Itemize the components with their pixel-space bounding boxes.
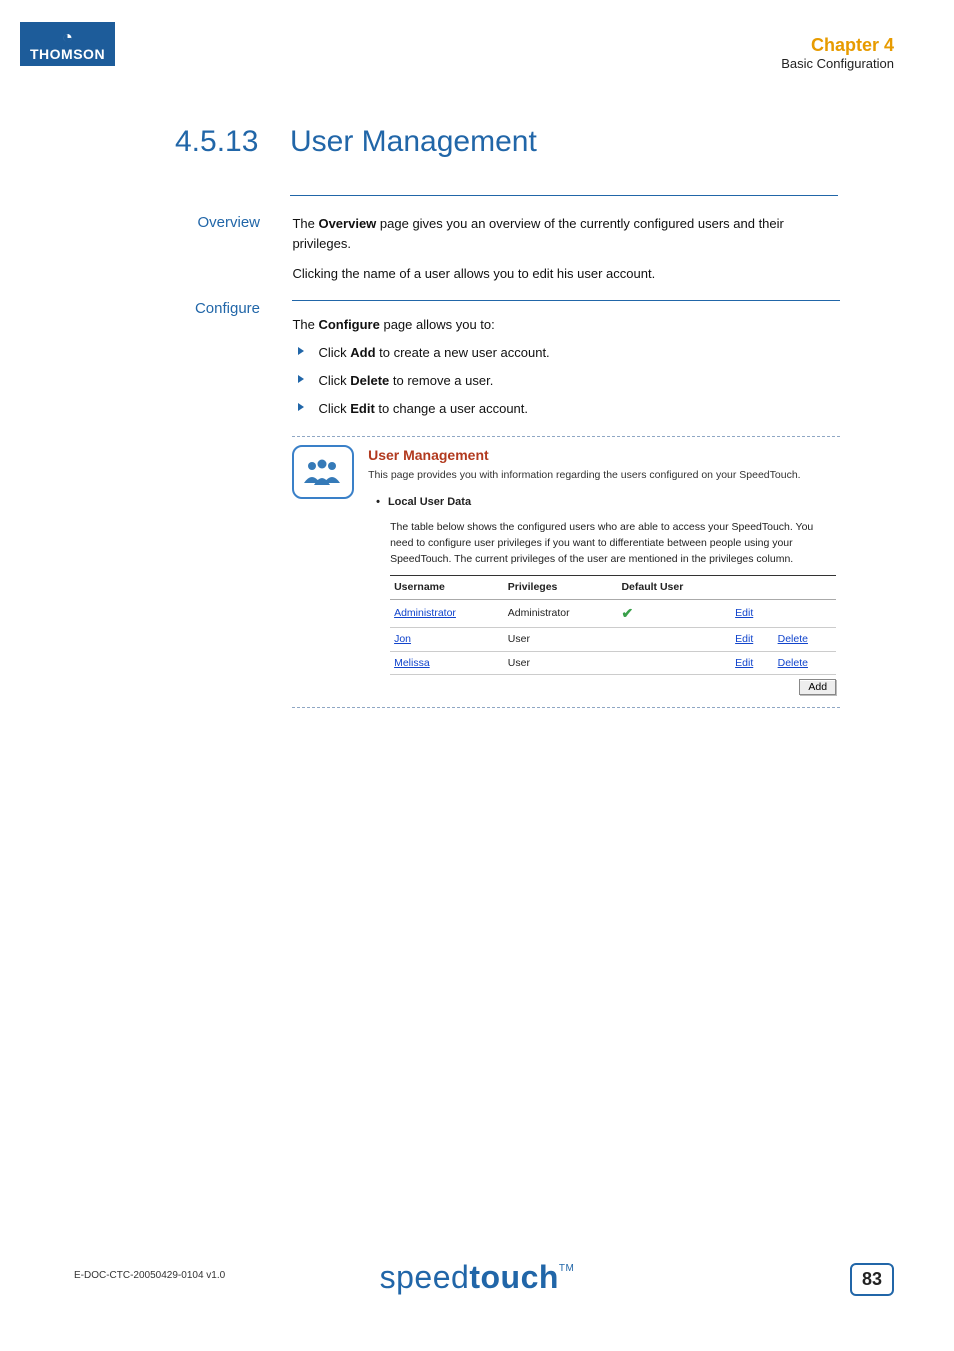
edit-link[interactable]: Edit <box>735 657 753 669</box>
ss-title: User Management <box>368 445 836 467</box>
brand-logo: ◔ THOMSON <box>20 22 115 66</box>
section-number: 4.5.13 <box>175 125 258 159</box>
list-item: Click Add to create a new user account. <box>292 343 840 363</box>
table-header: Username Privileges Default User <box>390 576 836 599</box>
priv: User <box>504 651 618 674</box>
dashed-rule <box>292 707 840 708</box>
ss-desc: The table below shows the configured use… <box>390 519 836 568</box>
page-number: 83 <box>850 1263 894 1296</box>
edit-link[interactable]: Edit <box>735 633 753 645</box>
bold: Configure <box>318 317 379 332</box>
priv: Administrator <box>504 599 618 628</box>
list-item: Click Edit to change a user account. <box>292 399 840 419</box>
embedded-screenshot: User Management This page provides you w… <box>292 445 840 695</box>
section-title: User Management <box>290 125 537 159</box>
list-item: Click Delete to remove a user. <box>292 371 840 391</box>
col-privileges: Privileges <box>504 576 618 599</box>
overview-label: Overview <box>60 214 260 231</box>
chapter-label: Chapter 4 <box>781 35 894 56</box>
configure-row: Configure The Configure page allows you … <box>60 300 860 716</box>
bullet-list: Click Add to create a new user account. … <box>292 343 840 419</box>
delete-link[interactable]: Delete <box>778 633 808 645</box>
bold: Overview <box>318 216 376 231</box>
trademark: TM <box>559 1263 574 1274</box>
screenshot-body: User Management This page provides you w… <box>368 445 836 695</box>
document-page: ◔ THOMSON Chapter 4 Basic Configuration … <box>0 0 954 1351</box>
add-button[interactable]: Add <box>799 679 836 695</box>
users-icon <box>292 445 354 499</box>
user-link[interactable]: Melissa <box>394 657 430 669</box>
table-row: Melissa User Edit Delete <box>390 651 836 674</box>
col-default: Default User <box>617 576 731 599</box>
priv: User <box>504 628 618 651</box>
text: The <box>292 317 318 332</box>
page-header-right: Chapter 4 Basic Configuration <box>781 35 894 71</box>
user-link[interactable]: Jon <box>394 633 411 645</box>
delete-link[interactable]: Delete <box>778 657 808 669</box>
brand-icon: ◔ <box>30 28 105 46</box>
table-row: Administrator Administrator ✔ Edit <box>390 599 836 628</box>
rule-sub <box>292 300 840 301</box>
ss-subtitle: This page provides you with information … <box>368 467 836 483</box>
chapter-subtitle: Basic Configuration <box>781 56 894 71</box>
ss-section: Local User Data The table below shows th… <box>390 494 836 695</box>
logo-part-a: speed <box>380 1259 470 1295</box>
text: page allows you to: <box>380 317 495 332</box>
table-row: Jon User Edit Delete <box>390 628 836 651</box>
col-username: Username <box>390 576 504 599</box>
text: The <box>292 216 318 231</box>
overview-row: Overview The Overview page gives you an … <box>60 214 860 284</box>
overview-body: The Overview page gives you an overview … <box>292 214 840 284</box>
users-table: Username Privileges Default User Adminis… <box>390 575 836 674</box>
delete-cell <box>774 599 836 628</box>
check-icon: ✔ <box>621 605 633 621</box>
user-link[interactable]: Administrator <box>394 607 456 619</box>
ss-section-title: Local User Data <box>390 494 836 511</box>
footer-logo: speedtouchTM <box>0 1259 954 1296</box>
brand-name: THOMSON <box>30 46 105 62</box>
rule-top <box>290 195 838 196</box>
dashed-rule <box>292 436 840 437</box>
logo-part-b: touch <box>469 1259 559 1295</box>
configure-body: The Configure page allows you to: Click … <box>292 300 840 716</box>
text: Clicking the name of a user allows you t… <box>292 266 655 281</box>
configure-label: Configure <box>60 300 260 317</box>
edit-link[interactable]: Edit <box>735 607 753 619</box>
